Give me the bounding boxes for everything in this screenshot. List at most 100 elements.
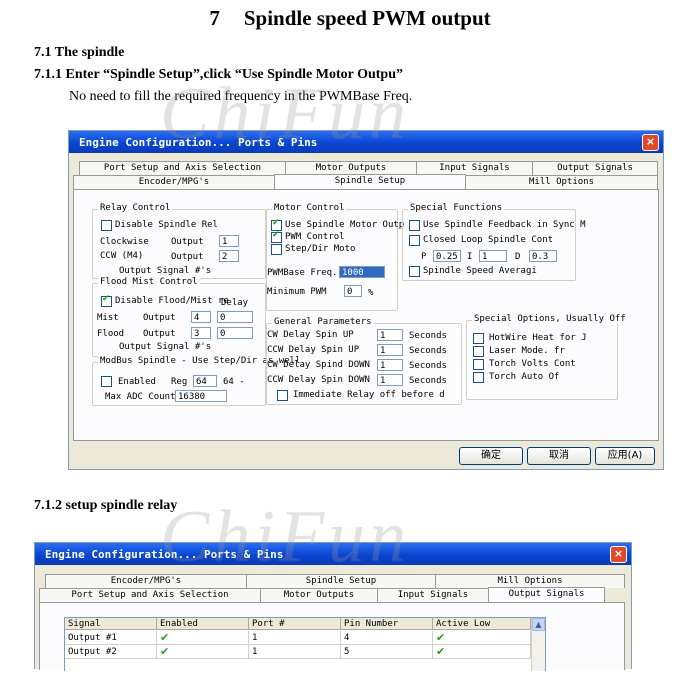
general-parameters-legend: General Parameters [272, 317, 374, 327]
flood-output-field[interactable]: 3 [191, 327, 211, 339]
tab-mill-options[interactable]: Mill Options [465, 175, 658, 189]
tab2-port-setup[interactable]: Port Setup and Axis Selection [39, 588, 261, 602]
table-cell-signal: Output #2 [65, 645, 157, 659]
spindle-setup-panel: Relay Control Disable Spindle Rel Clockw… [73, 189, 659, 441]
cancel-button[interactable]: 取消 [527, 447, 591, 465]
col-header-active-low[interactable]: Active Low [433, 618, 531, 630]
cw-delay-spin-down-label: CW Delay Spind DOWN [267, 360, 370, 370]
spindle-averaging-checkbox[interactable] [409, 266, 420, 277]
tab2-motor-outputs[interactable]: Motor Outputs [260, 588, 378, 602]
col-header-enabled[interactable]: Enabled [157, 618, 249, 630]
step-dir-motor-label: Step/Dir Moto [285, 244, 356, 254]
pwm-control-checkbox[interactable] [271, 230, 282, 243]
cw-delay-spin-up-field[interactable]: 1 [377, 329, 403, 341]
special-options-group: Special Options, Usually Off HotWire Hea… [466, 314, 628, 400]
pwm-control-label: PWM Control [285, 232, 345, 242]
reg-field[interactable]: 64 [193, 375, 217, 387]
ccw-output-field[interactable]: 2 [219, 250, 239, 262]
tab-motor-outputs[interactable]: Motor Outputs [285, 161, 417, 175]
flood-delay-field[interactable]: 0 [217, 327, 253, 339]
col-header-port[interactable]: Port # [249, 618, 341, 630]
table-scrollbar[interactable]: ▲ [531, 618, 545, 671]
col-header-signal[interactable]: Signal [65, 618, 157, 630]
tab2-output-signals[interactable]: Output Signals [488, 587, 605, 602]
mist-delay-field[interactable]: 0 [217, 311, 253, 323]
disable-flood-mist-checkbox[interactable] [101, 294, 112, 307]
delay-label: Delay [221, 298, 249, 308]
output-signals-table: Signal Enabled Port # Pin Number Active … [64, 617, 546, 671]
minimum-pwm-field[interactable]: 0 [344, 285, 362, 297]
d-label: D [515, 252, 521, 262]
table-cell-signal: Output #1 [65, 631, 157, 645]
tab-input-signals[interactable]: Input Signals [416, 161, 533, 175]
ccw-delay-spin-down-field[interactable]: 1 [377, 374, 403, 386]
laser-mode-label: Laser Mode. fr [489, 346, 565, 356]
immediate-relay-label: Immediate Relay off before d [293, 390, 445, 400]
flood-label: Flood [97, 329, 125, 339]
close-icon[interactable]: × [610, 546, 627, 563]
active-low-check-icon[interactable]: ✔ [433, 631, 531, 645]
tab2-mill-options[interactable]: Mill Options [435, 574, 625, 588]
scroll-up-icon[interactable]: ▲ [532, 618, 545, 631]
apply-button[interactable]: 应用(A) [595, 447, 655, 465]
ok-button[interactable]: 确定 [459, 447, 523, 465]
table-cell-pin[interactable]: 4 [341, 631, 433, 645]
spindle-feedback-checkbox[interactable] [409, 220, 420, 231]
torch-volts-checkbox[interactable] [473, 359, 484, 370]
close-icon[interactable]: × [642, 134, 659, 151]
tab-encoder-mpg[interactable]: Encoder/MPG's [73, 175, 275, 189]
use-spindle-motor-label: Use Spindle Motor Outp [285, 220, 405, 230]
cw-delay-spin-down-unit: Seconds [409, 361, 447, 371]
torch-auto-label: Torch Auto Of [489, 372, 560, 382]
disable-spindle-relay-checkbox[interactable] [101, 220, 112, 231]
dialog2-titlebar: Engine Configuration... Ports & Pins × [35, 543, 631, 565]
d-field[interactable]: 0.3 [529, 250, 557, 262]
cw-delay-spin-down-field[interactable]: 1 [377, 359, 403, 371]
engine-config-dialog-output: Engine Configuration... Ports & Pins × E… [34, 542, 632, 671]
mist-output-field[interactable]: 4 [191, 311, 211, 323]
table-cell-pin[interactable]: 5 [341, 645, 433, 659]
tab2-input-signals[interactable]: Input Signals [377, 588, 489, 602]
ccw-delay-spin-up-field[interactable]: 1 [377, 344, 403, 356]
modbus-enabled-checkbox[interactable] [101, 376, 112, 387]
immediate-relay-checkbox[interactable] [277, 390, 288, 401]
minimum-pwm-label: Minimum PWM [267, 287, 327, 297]
enabled-check-icon[interactable]: ✔ [157, 631, 249, 645]
active-low-check-icon[interactable]: ✔ [433, 645, 531, 659]
tab-spindle-setup[interactable]: Spindle Setup [274, 174, 466, 189]
dialog-title: Engine Configuration... Ports & Pins [79, 136, 318, 149]
step-dir-motor-checkbox[interactable] [271, 244, 282, 255]
col-header-pin[interactable]: Pin Number [341, 618, 433, 630]
cw-output-field[interactable]: 1 [219, 235, 239, 247]
motor-control-group: Motor Control Use Spindle Motor Outp PWM… [266, 203, 404, 311]
special-functions-legend: Special Functions [408, 203, 505, 213]
engine-config-dialog-spindle: Engine Configuration... Ports & Pins × P… [68, 130, 664, 470]
pwm-base-freq-label: PWMBase Freq. [267, 268, 338, 278]
tab2-encoder-mpg[interactable]: Encoder/MPG's [45, 574, 247, 588]
p-field[interactable]: 0.25 [433, 250, 461, 262]
modbus-group: ModBus Spindle - Use Step/Dir as well En… [92, 356, 303, 406]
enabled-check-icon[interactable]: ✔ [157, 645, 249, 659]
closed-loop-checkbox[interactable] [409, 235, 420, 246]
i-field[interactable]: 1 [479, 250, 507, 262]
cw-output-label: Output [171, 237, 204, 247]
section-7-1-1: 7.1.1 Enter “Spindle Setup”,click “Use S… [34, 67, 403, 82]
ccw-label: CCW (M4) [100, 251, 144, 261]
tab-port-setup[interactable]: Port Setup and Axis Selection [79, 161, 286, 175]
table-cell-port[interactable]: 1 [249, 631, 341, 645]
torch-auto-checkbox[interactable] [473, 372, 484, 383]
hotwire-label: HotWire Heat for J [489, 333, 587, 343]
note-text: No need to fill the required frequency i… [69, 89, 413, 104]
cw-delay-spin-up-unit: Seconds [409, 331, 447, 341]
table-cell-port[interactable]: 1 [249, 645, 341, 659]
max-adc-field[interactable]: 16380 [175, 390, 227, 402]
pwm-base-freq-field[interactable]: 1000 [339, 266, 385, 278]
flood-mist-legend: Flood Mist Control [98, 277, 200, 287]
dialog-titlebar: Engine Configuration... Ports & Pins × [69, 131, 663, 153]
tab-output-signals[interactable]: Output Signals [532, 161, 658, 175]
laser-mode-checkbox[interactable] [473, 346, 484, 357]
clockwise-label: Clockwise [100, 237, 149, 247]
tab2-spindle-setup[interactable]: Spindle Setup [246, 574, 436, 588]
hotwire-checkbox[interactable] [473, 333, 484, 344]
disable-spindle-relay-label: Disable Spindle Rel [115, 220, 218, 230]
